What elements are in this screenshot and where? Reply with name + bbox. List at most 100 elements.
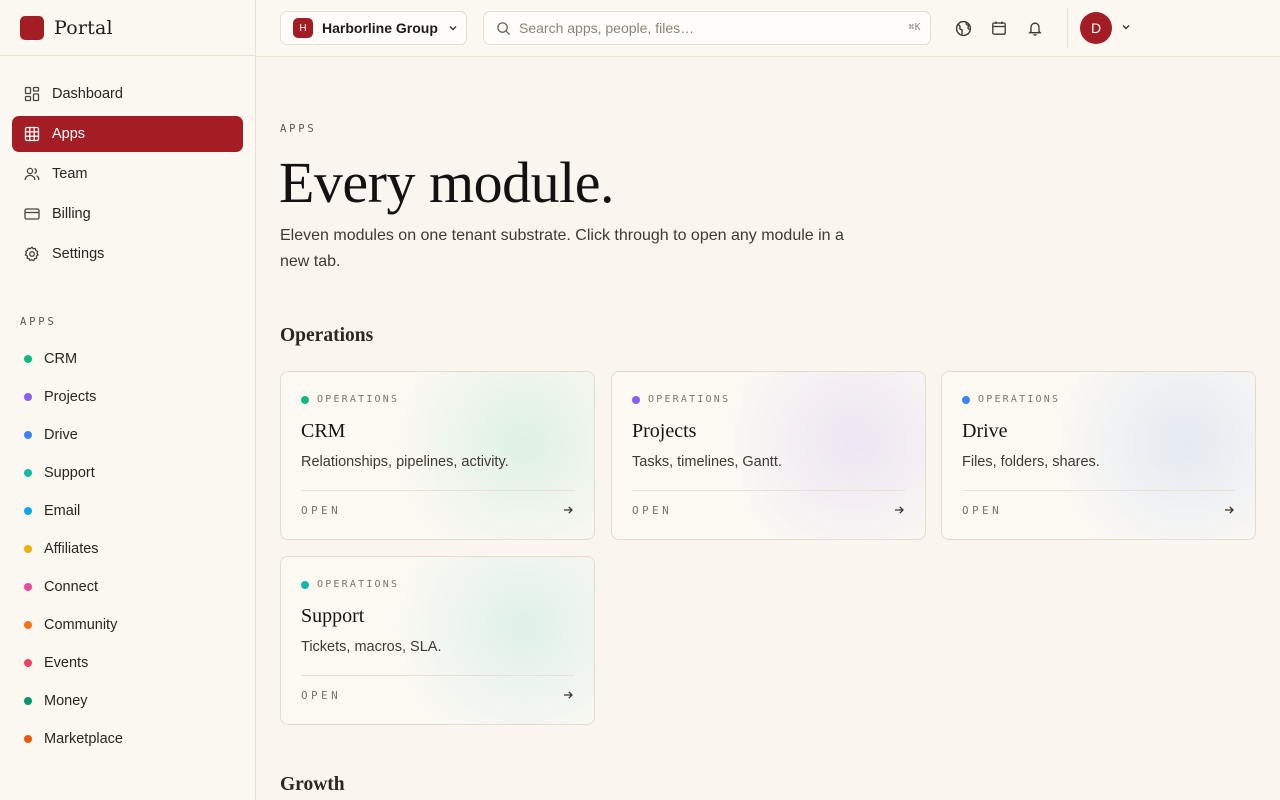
nav-item-apps[interactable]: Apps [12, 116, 243, 152]
search-shortcut: ⌘K [908, 22, 921, 33]
status-dot [24, 355, 32, 363]
calendar-icon[interactable] [989, 18, 1009, 38]
status-dot [632, 395, 640, 404]
search-icon [496, 21, 511, 36]
sidebar-app-support[interactable]: Support [0, 454, 255, 492]
status-dot [24, 545, 32, 553]
grid-icon [24, 126, 40, 142]
topbar: H Harborline Group ⌘K D [256, 0, 1280, 57]
org-badge: H [293, 18, 313, 38]
app-label: Events [44, 655, 89, 671]
sidebar-app-events[interactable]: Events [0, 644, 255, 682]
card-title: CRM [301, 420, 346, 442]
brand[interactable]: Portal [0, 0, 255, 56]
status-dot [24, 735, 32, 743]
app-label: Email [44, 503, 81, 519]
nav-label: Apps [52, 126, 86, 142]
status-dot [24, 507, 32, 515]
page-eyebrow: APPS [280, 123, 317, 135]
card-tag: OPERATIONS [301, 394, 399, 405]
nav-item-dashboard[interactable]: Dashboard [12, 76, 243, 112]
nav-label: Settings [52, 246, 105, 262]
card-tag: OPERATIONS [632, 394, 730, 405]
status-dot [24, 583, 32, 591]
group-title-operations: Operations [280, 325, 374, 346]
status-dot [962, 395, 970, 404]
primary-nav: Dashboard Apps Team Billing Settings [0, 56, 255, 272]
app-label: Community [44, 617, 118, 633]
status-dot [24, 621, 32, 629]
card-open-label: OPEN [301, 689, 342, 702]
avatar[interactable]: D [1080, 12, 1112, 44]
app-label: Projects [44, 389, 97, 405]
arrow-right-icon [893, 504, 905, 516]
sidebar-app-connect[interactable]: Connect [0, 568, 255, 606]
page-title: Every module. [279, 150, 614, 215]
app-card-drive[interactable]: OPERATIONS Drive Files, folders, shares.… [941, 371, 1256, 540]
sidebar-app-affiliates[interactable]: Affiliates [0, 530, 255, 568]
card-description: Tickets, macros, SLA. [301, 639, 442, 655]
sidebar-app-drive[interactable]: Drive [0, 416, 255, 454]
card-title: Projects [632, 420, 697, 442]
sidebar-app-money[interactable]: Money [0, 682, 255, 720]
bell-icon[interactable] [1025, 18, 1045, 38]
org-switcher[interactable]: H Harborline Group [280, 11, 467, 45]
nav-item-billing[interactable]: Billing [12, 196, 243, 232]
arrow-right-icon [562, 504, 574, 516]
gear-icon [24, 246, 40, 262]
status-dot [24, 393, 32, 401]
app-card-support[interactable]: OPERATIONS Support Tickets, macros, SLA.… [280, 556, 595, 725]
app-label: CRM [44, 351, 78, 367]
status-dot [24, 431, 32, 439]
nav-item-team[interactable]: Team [12, 156, 243, 192]
sidebar-app-crm[interactable]: CRM [0, 340, 255, 378]
card-tag-label: OPERATIONS [648, 394, 731, 405]
card-open-label: OPEN [301, 504, 342, 517]
card-description: Relationships, pipelines, activity. [301, 454, 509, 470]
brand-name: Portal [54, 16, 113, 39]
card-title: Drive [962, 420, 1008, 442]
nav-label: Dashboard [52, 86, 123, 102]
card-tag-label: OPERATIONS [317, 394, 400, 405]
card-tag-label: OPERATIONS [317, 579, 400, 590]
globe-icon[interactable] [953, 18, 973, 38]
card-tag: OPERATIONS [962, 394, 1060, 405]
page-description: Eleven modules on one tenant substrate. … [280, 227, 844, 270]
app-card-projects[interactable]: OPERATIONS Projects Tasks, timelines, Ga… [611, 371, 926, 540]
card-description: Tasks, timelines, Gantt. [632, 454, 782, 470]
card-divider [301, 675, 574, 676]
status-dot [301, 395, 309, 404]
app-card-crm[interactable]: OPERATIONS CRM Relationships, pipelines,… [280, 371, 595, 540]
status-dot [24, 469, 32, 477]
credit-card-icon [24, 206, 40, 222]
card-divider [301, 490, 574, 491]
card-description: Files, folders, shares. [962, 454, 1100, 470]
brand-logo-icon [20, 15, 44, 40]
apps-section-label: APPS [20, 316, 57, 328]
apps-list: CRM Projects Drive Support Email Affilia… [0, 340, 255, 758]
nav-item-settings[interactable]: Settings [12, 236, 243, 272]
card-divider [632, 490, 905, 491]
card-tag-label: OPERATIONS [978, 394, 1061, 405]
nav-label: Billing [52, 206, 91, 222]
chevron-down-icon[interactable] [1120, 21, 1132, 33]
sidebar-app-projects[interactable]: Projects [0, 378, 255, 416]
chevron-down-icon [447, 22, 459, 34]
sidebar-app-marketplace[interactable]: Marketplace [0, 720, 255, 758]
card-open-label: OPEN [962, 504, 1003, 517]
app-label: Marketplace [44, 731, 123, 747]
sidebar-app-email[interactable]: Email [0, 492, 255, 530]
app-label: Connect [44, 579, 99, 595]
app-label: Support [44, 465, 95, 481]
arrow-right-icon [1223, 504, 1235, 516]
card-divider [962, 490, 1235, 491]
status-dot [24, 697, 32, 705]
search-box: ⌘K [483, 11, 931, 45]
search-input[interactable] [519, 20, 879, 36]
app-label: Money [44, 693, 88, 709]
status-dot [301, 580, 309, 589]
org-name: Harborline Group [322, 20, 438, 36]
sidebar-app-community[interactable]: Community [0, 606, 255, 644]
sidebar: Portal Dashboard Apps Team Billing Setti… [0, 0, 256, 800]
dashboard-icon [24, 86, 40, 102]
